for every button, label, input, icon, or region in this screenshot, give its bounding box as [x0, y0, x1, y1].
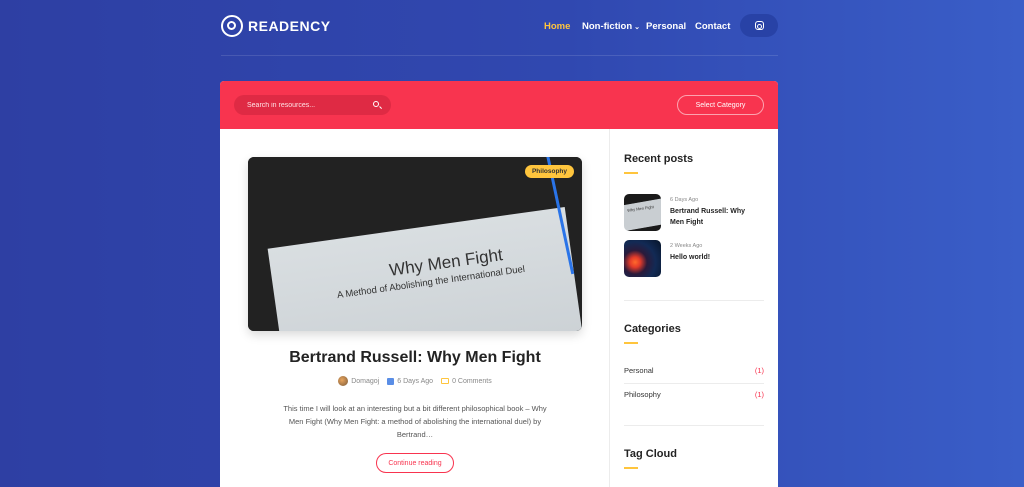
- recent-post-text: 2 Weeks Ago Hello world!: [670, 240, 760, 277]
- nav-item-contact[interactable]: Contact: [695, 21, 735, 32]
- post-title[interactable]: Bertrand Russell: Why Men Fight: [248, 349, 582, 367]
- chevron-down-icon: ⌄: [634, 24, 641, 31]
- category-count: (1): [754, 390, 764, 399]
- sidebar-divider: [624, 300, 764, 301]
- recent-post-title[interactable]: Hello world!: [670, 252, 760, 263]
- brand-name: READENCY: [248, 18, 331, 34]
- recent-post-thumbnail[interactable]: [624, 240, 661, 277]
- nav-item-label: Non-fiction: [582, 21, 633, 32]
- category-item-philosophy[interactable]: Philosophy (1): [624, 390, 764, 399]
- category-name[interactable]: Philosophy: [624, 390, 661, 399]
- categories-heading: Categories: [624, 323, 681, 344]
- search-icon[interactable]: [373, 101, 379, 107]
- column-divider: [609, 129, 610, 487]
- recent-post-title[interactable]: Bertrand Russell: Why Men Fight: [670, 206, 760, 228]
- post-date: 6 Days Ago: [387, 377, 434, 385]
- sidebar-title: Tag Cloud: [624, 448, 677, 460]
- recent-post-date: 6 Days Ago: [670, 197, 699, 203]
- recent-post-date: 2 Weeks Ago: [670, 243, 703, 249]
- main-nav: Home Non-fiction ⌄ Personal Contact: [544, 21, 735, 32]
- post-author[interactable]: Domagoj: [338, 376, 379, 386]
- title-underline: [624, 342, 638, 344]
- nav-item-non-fiction[interactable]: Non-fiction ⌄: [582, 21, 646, 32]
- recent-post-item[interactable]: 2 Weeks Ago Hello world!: [624, 240, 760, 277]
- title-underline: [624, 467, 638, 469]
- category-badge[interactable]: Philosophy: [524, 165, 574, 178]
- search-box[interactable]: [234, 95, 391, 115]
- sidebar-title: Recent posts: [624, 153, 694, 165]
- logo-icon: [221, 15, 243, 37]
- instagram-icon: [754, 21, 764, 30]
- post-meta: Domagoj 6 Days Ago 0 Comments: [248, 376, 582, 386]
- recent-posts-heading: Recent posts: [624, 153, 693, 174]
- category-name[interactable]: Personal: [624, 366, 654, 375]
- site-header: READENCY Home Non-fiction ⌄ Personal Cont…: [221, 0, 778, 56]
- recent-post-text: 6 Days Ago Bertrand Russell: Why Men Fig…: [670, 194, 760, 231]
- avatar: [338, 376, 349, 386]
- sidebar-divider: [624, 425, 764, 426]
- post-comments[interactable]: 0 Comments: [441, 378, 492, 385]
- category-select[interactable]: Select Category: [677, 95, 764, 115]
- instagram-button[interactable]: [740, 14, 778, 37]
- sidebar-title: Categories: [624, 323, 681, 335]
- recent-post-thumbnail[interactable]: Why Men Fight: [624, 194, 661, 231]
- date-text: 6 Days Ago: [397, 377, 434, 385]
- content-card: Select Category Why Men Fight A Method o…: [220, 81, 778, 487]
- comments-text: 0 Comments: [452, 377, 492, 385]
- category-item-personal[interactable]: Personal (1): [624, 366, 764, 375]
- calendar-icon: [387, 377, 395, 385]
- recent-post-item[interactable]: Why Men Fight 6 Days Ago Bertrand Russel…: [624, 194, 760, 231]
- site-logo[interactable]: READENCY: [221, 15, 331, 37]
- comment-icon: [441, 378, 450, 384]
- post-featured-image[interactable]: Why Men Fight A Method of Abolishing the…: [248, 157, 582, 331]
- tag-cloud-heading: Tag Cloud: [624, 448, 677, 469]
- post-excerpt: This time I will look at an interesting …: [283, 404, 547, 439]
- category-count: (1): [754, 366, 764, 375]
- title-underline: [624, 172, 638, 174]
- search-bar-strip: Select Category: [220, 81, 778, 129]
- nav-item-home[interactable]: Home: [544, 21, 582, 32]
- continue-reading-button[interactable]: Continue reading: [376, 453, 454, 473]
- author-name: Domagoj: [351, 377, 380, 385]
- search-input[interactable]: [247, 101, 362, 109]
- thumbnail-text: Why Men Fight: [626, 204, 655, 213]
- nav-item-personal[interactable]: Personal: [646, 21, 695, 32]
- category-divider: [624, 383, 764, 384]
